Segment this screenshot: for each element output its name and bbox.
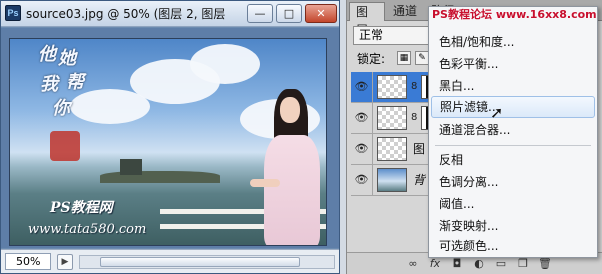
tab-layers[interactable]: 图层 — [349, 2, 385, 37]
mouse-cursor-icon: ➚ — [490, 103, 504, 122]
woman-dress — [264, 135, 320, 245]
trash-icon[interactable]: 🗑 — [537, 256, 553, 272]
document-image[interactable]: 他 她 我 帮 你 PS教程网 www.tata580.com — [9, 38, 327, 246]
pagoda — [120, 159, 142, 175]
layer-thumbnail — [377, 137, 407, 161]
new-layer-icon[interactable]: ❐ — [515, 256, 531, 272]
red-seal-stamp — [50, 131, 80, 161]
watermark-url: www.tata580.com — [28, 222, 147, 237]
chain-link-icon[interactable]: 8 — [411, 80, 417, 94]
calligraphy-char: 帮 — [66, 72, 84, 93]
document-titlebar[interactable]: Ps source03.jpg @ 50% (图层 2, 图层蒙版... — □… — [1, 1, 339, 27]
menu-item-invert[interactable]: 反相 — [431, 149, 595, 171]
eye-icon[interactable]: 👁 — [351, 72, 373, 102]
blend-mode-value: 正常 — [359, 28, 384, 42]
menu-item-hue-saturation[interactable]: 色相/饱和度... — [431, 31, 595, 53]
zoom-level-field[interactable]: 50% — [5, 253, 51, 270]
document-title: source03.jpg @ 50% (图层 2, 图层蒙版... — [26, 7, 226, 21]
watermark-brand: PS教程网 — [50, 200, 113, 216]
layer-thumbnail — [377, 106, 407, 130]
eye-icon[interactable]: 👁 — [351, 165, 373, 195]
photoshop-logo-icon: Ps — [5, 5, 21, 21]
folder-icon[interactable]: ▭ — [493, 256, 509, 272]
minimize-button[interactable]: — — [247, 4, 273, 23]
eye-icon[interactable]: 👁 — [351, 134, 373, 164]
lock-transparency-icon[interactable]: ▦ — [397, 51, 411, 65]
lock-brush-icon[interactable]: ✎ — [415, 51, 429, 65]
calligraphy-char: 他 — [38, 44, 56, 65]
site-watermark: PS教程论坛 www.16xx8.com — [432, 8, 597, 21]
menu-item-posterize[interactable]: 色调分离... — [431, 171, 595, 193]
maximize-button[interactable]: □ — [276, 4, 302, 23]
layer-name[interactable]: 图 — [413, 142, 425, 157]
adjustment-layer-menu: 色相/饱和度... 色彩平衡... 黑白... 照片滤镜... 通道混合器...… — [428, 6, 598, 258]
menu-separator — [435, 145, 591, 146]
woman-arm — [250, 179, 280, 187]
horizontal-scrollbar[interactable] — [79, 255, 335, 269]
calligraphy-char: 她 — [58, 48, 76, 69]
scrollbar-thumb[interactable] — [100, 257, 300, 267]
menu-item-threshold[interactable]: 阈值... — [431, 193, 595, 215]
adjustment-icon[interactable]: ◐ — [471, 256, 487, 272]
cloud — [190, 44, 260, 84]
eye-icon[interactable]: 👁 — [351, 103, 373, 133]
menu-item-photo-filter[interactable]: 照片滤镜... — [431, 96, 595, 118]
menu-item-black-white[interactable]: 黑白... — [431, 75, 595, 97]
calligraphy-char: 你 — [52, 98, 70, 119]
layer-thumbnail — [377, 168, 407, 192]
calligraphy-char: 我 — [40, 74, 58, 95]
woman-face — [280, 97, 300, 123]
menu-item-channel-mixer[interactable]: 通道混合器... — [431, 119, 595, 141]
layer-name[interactable]: 背 — [413, 173, 425, 188]
fx-icon[interactable]: fx — [427, 256, 443, 272]
link-icon[interactable]: ∞ — [405, 256, 421, 272]
document-window: Ps source03.jpg @ 50% (图层 2, 图层蒙版... — □… — [0, 0, 340, 274]
status-bar: 50% ▶ — [1, 249, 339, 273]
distant-island — [100, 171, 220, 183]
menu-item-selective-color[interactable]: 可选颜色... — [431, 235, 595, 257]
close-button[interactable]: ✕ — [305, 4, 337, 23]
lock-label: 锁定: — [357, 52, 386, 66]
status-menu-icon[interactable]: ▶ — [57, 254, 73, 270]
chain-link-icon[interactable]: 8 — [411, 111, 417, 125]
tab-channels[interactable]: 通道 — [387, 2, 423, 21]
layer-thumbnail — [377, 75, 407, 99]
menu-item-gradient-map[interactable]: 渐变映射... — [431, 215, 595, 237]
menu-item-color-balance[interactable]: 色彩平衡... — [431, 53, 595, 75]
mask-icon[interactable]: ◘ — [449, 256, 465, 272]
canvas-area[interactable]: 他 她 我 帮 你 PS教程网 www.tata580.com — [1, 28, 339, 248]
cloud — [70, 89, 150, 124]
